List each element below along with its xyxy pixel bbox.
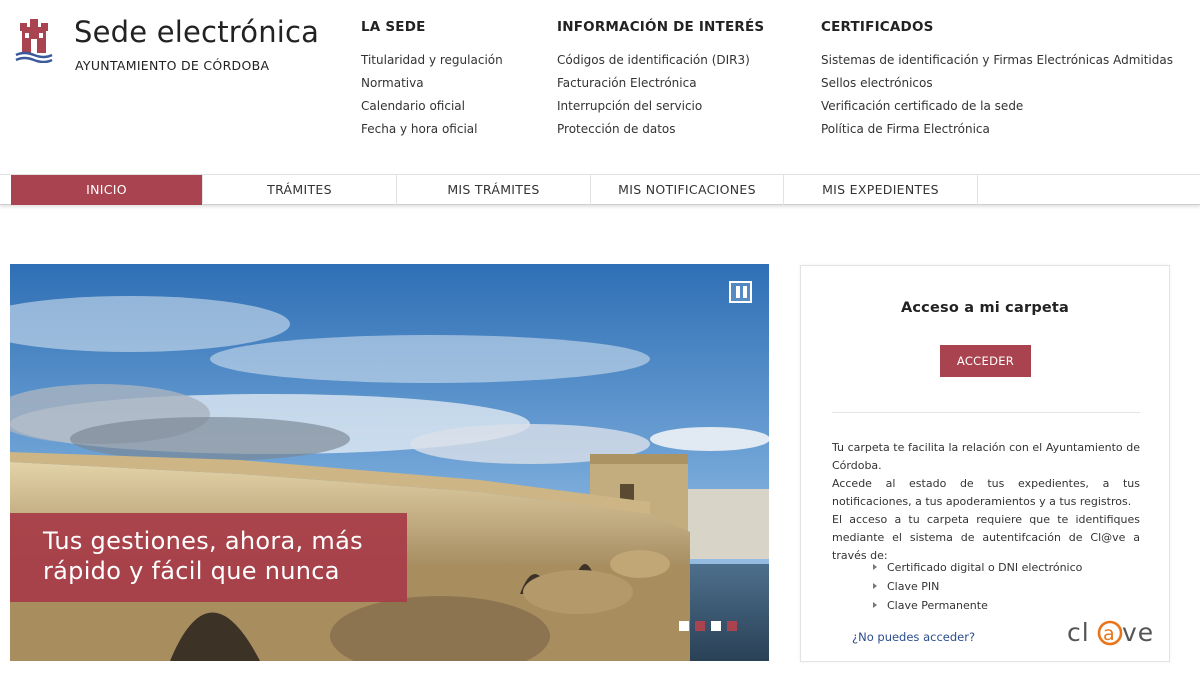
slogan-line-2: rápido y fácil que nunca — [43, 557, 340, 585]
description-paragraph: Accede al estado de tus expedientes, a t… — [832, 477, 1140, 508]
column-heading: LA SEDE — [361, 19, 426, 35]
hero-slogan: Tus gestiones, ahora, más rápido y fácil… — [10, 513, 407, 602]
link-politica-firma[interactable]: Política de Firma Electrónica — [821, 118, 1173, 141]
link-normativa[interactable]: Normativa — [361, 72, 503, 95]
link-interrupcion[interactable]: Interrupción del servicio — [557, 95, 764, 118]
link-fecha-hora[interactable]: Fecha y hora oficial — [361, 118, 503, 141]
header-column-la-sede: LA SEDE Titularidad y regulación Normati… — [361, 19, 503, 141]
link-titularidad[interactable]: Titularidad y regulación — [361, 49, 503, 72]
svg-text:a: a — [1103, 623, 1115, 645]
slide-dot-2[interactable] — [695, 621, 705, 631]
link-codigos-dir3[interactable]: Códigos de identificación (DIR3) — [557, 49, 764, 72]
auth-methods-list: Certificado digital o DNI electrónico Cl… — [871, 558, 1082, 615]
svg-text:cl: cl — [1067, 618, 1090, 647]
site-subtitle: AYUNTAMIENTO DE CÓRDOBA — [75, 58, 270, 73]
auth-method-item: Clave PIN — [871, 577, 1082, 596]
description-paragraph: Tu carpeta te facilita la relación con e… — [832, 441, 1140, 472]
link-sellos[interactable]: Sellos electrónicos — [821, 72, 1173, 95]
help-access-link[interactable]: ¿No puedes acceder? — [852, 630, 975, 644]
link-facturacion[interactable]: Facturación Electrónica — [557, 72, 764, 95]
pause-icon — [736, 286, 740, 298]
nav-mis-tramites[interactable]: MIS TRÁMITES — [397, 175, 591, 205]
city-crest-logo[interactable] — [14, 17, 54, 63]
header-column-certificados: CERTIFICADOS Sistemas de identificación … — [821, 19, 1173, 141]
link-proteccion-datos[interactable]: Protección de datos — [557, 118, 764, 141]
panel-title: Acceso a mi carpeta — [900, 300, 1070, 316]
pause-button[interactable] — [729, 281, 752, 303]
nav-mis-notificaciones[interactable]: MIS NOTIFICACIONES — [591, 175, 784, 205]
divider — [832, 412, 1140, 413]
link-calendario[interactable]: Calendario oficial — [361, 95, 503, 118]
column-heading: INFORMACIÓN DE INTERÉS — [557, 19, 765, 35]
clave-logo[interactable]: cl a ve — [1067, 616, 1161, 648]
nav-mis-expedientes[interactable]: MIS EXPEDIENTES — [784, 175, 978, 205]
slide-dot-1[interactable] — [679, 621, 689, 631]
main-nav: INICIO TRÁMITES MIS TRÁMITES MIS NOTIFIC… — [0, 174, 1200, 205]
link-verificacion[interactable]: Verificación certificado de la sede — [821, 95, 1173, 118]
acceder-button[interactable]: ACCEDER — [940, 345, 1031, 377]
site-title[interactable]: Sede electrónica — [74, 15, 319, 49]
description-paragraph: El acceso a tu carpeta requiere que te i… — [832, 513, 1140, 562]
slide-dot-3[interactable] — [711, 621, 721, 631]
link-sistemas-identificacion[interactable]: Sistemas de identificación y Firmas Elec… — [821, 49, 1173, 72]
slide-dot-4[interactable] — [727, 621, 737, 631]
access-panel: Acceso a mi carpeta ACCEDER Tu carpeta t… — [800, 265, 1170, 662]
auth-method-item: Clave Permanente — [871, 596, 1082, 615]
slogan-line-1: Tus gestiones, ahora, más — [43, 527, 363, 555]
header-column-informacion: INFORMACIÓN DE INTERÉS Códigos de identi… — [557, 19, 764, 141]
panel-description: Tu carpeta te facilita la relación con e… — [832, 439, 1140, 565]
svg-text:ve: ve — [1122, 618, 1154, 647]
hero-slider[interactable]: Tus gestiones, ahora, más rápido y fácil… — [10, 264, 769, 661]
column-heading: CERTIFICADOS — [821, 19, 934, 35]
nav-inicio[interactable]: INICIO — [11, 175, 203, 205]
slide-indicators — [679, 616, 743, 635]
auth-method-item: Certificado digital o DNI electrónico — [871, 558, 1082, 577]
nav-tramites[interactable]: TRÁMITES — [203, 175, 397, 205]
